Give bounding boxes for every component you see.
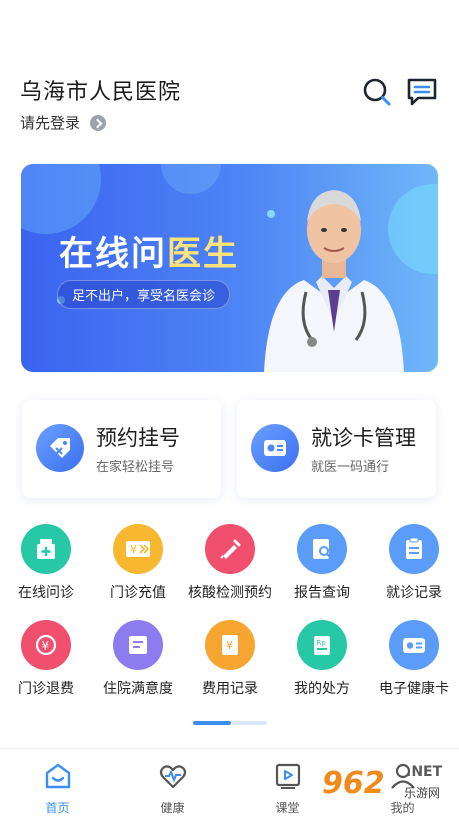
service-label: 住院满意度 xyxy=(103,681,173,697)
home-smile-icon xyxy=(45,763,70,789)
login-text: 请先登录 xyxy=(20,114,81,132)
service-label: 我的处方 xyxy=(294,681,350,697)
svg-text:¥: ¥ xyxy=(130,543,137,556)
service-recharge[interactable]: ¥ 门诊充值 xyxy=(92,524,184,602)
service-nucleic-test[interactable]: 核酸检测预约 xyxy=(184,524,276,602)
watermark-number: 962 xyxy=(322,766,385,801)
tab-health[interactable]: 健康 xyxy=(115,749,230,816)
heartbeat-icon xyxy=(159,765,186,789)
service-label: 报告查询 xyxy=(294,585,350,601)
report-search-icon xyxy=(297,524,347,574)
banner-title-part1: 在线问 xyxy=(59,234,167,274)
tab-home[interactable]: 首页 xyxy=(0,749,115,816)
watermark-net: .NET xyxy=(406,764,443,780)
service-visit-records[interactable]: 就诊记录 xyxy=(368,524,459,602)
banner-subtitle: 足不出户，享受名医会诊 xyxy=(57,280,231,309)
service-report-query[interactable]: 报告查询 xyxy=(276,524,368,602)
banner-title-part2: 医生 xyxy=(167,234,239,274)
service-inpatient-satisfaction[interactable]: 住院满意度 xyxy=(92,620,184,698)
message-button[interactable] xyxy=(405,76,439,108)
watermark-site-name: 乐游网 xyxy=(404,786,441,800)
refund-icon: ¥ xyxy=(21,620,71,670)
app-header: 乌海市人民医院 请先登录 xyxy=(20,74,439,138)
service-label: 就诊记录 xyxy=(386,585,442,601)
service-label: 电子健康卡 xyxy=(379,681,449,697)
medicine-box-icon xyxy=(21,524,71,574)
recharge-card-icon: ¥ xyxy=(113,524,163,574)
service-prescriptions[interactable]: Rp 我的处方 xyxy=(276,620,368,698)
fee-scroll-icon: ¥ xyxy=(205,620,255,670)
service-health-card[interactable]: 电子健康卡 xyxy=(368,620,459,698)
doctor-illustration xyxy=(264,190,404,372)
card-title: 就诊卡管理 xyxy=(311,426,416,450)
appointment-card[interactable]: 预约挂号 在家轻松挂号 xyxy=(22,400,221,498)
message-icon xyxy=(407,78,437,106)
search-icon xyxy=(363,78,391,106)
survey-icon xyxy=(113,620,163,670)
search-button[interactable] xyxy=(361,76,393,108)
service-fee-records[interactable]: ¥ 费用记录 xyxy=(184,620,276,698)
svg-text:¥: ¥ xyxy=(42,639,50,653)
service-label: 在线问诊 xyxy=(18,585,74,601)
clipboard-icon xyxy=(389,524,439,574)
page-indicator-active xyxy=(193,721,231,725)
page-indicator-inactive xyxy=(231,721,267,725)
visit-card-management[interactable]: 就诊卡管理 就医一码通行 xyxy=(237,400,436,498)
decor-circle xyxy=(21,164,101,234)
svg-text:Rp: Rp xyxy=(317,639,327,647)
health-card-icon xyxy=(389,620,439,670)
id-card-icon xyxy=(251,424,299,472)
tag-icon xyxy=(36,424,84,472)
decor-circle xyxy=(161,164,221,194)
service-label: 核酸检测预约 xyxy=(188,585,272,601)
banner-title: 在线问医生 xyxy=(59,226,239,275)
service-refund[interactable]: ¥ 门诊退费 xyxy=(0,620,92,698)
service-label: 费用记录 xyxy=(202,681,258,697)
site-watermark: 962 .NET 乐游网 xyxy=(320,760,456,810)
card-title: 预约挂号 xyxy=(96,426,180,450)
chevron-right-icon xyxy=(90,114,107,131)
video-class-icon xyxy=(275,763,300,789)
tab-label: 健康 xyxy=(160,801,185,815)
quick-cards: 预约挂号 在家轻松挂号 就诊卡管理 就医一码通行 xyxy=(22,400,437,498)
service-label: 门诊退费 xyxy=(18,681,74,697)
syringe-icon xyxy=(205,524,255,574)
service-online-consult[interactable]: 在线问诊 xyxy=(0,524,92,602)
page-indicator xyxy=(193,721,267,725)
tab-label: 首页 xyxy=(45,801,70,815)
service-label: 门诊充值 xyxy=(110,585,166,601)
prescription-icon: Rp xyxy=(297,620,347,670)
svg-text:¥: ¥ xyxy=(226,639,233,652)
card-subtitle: 在家轻松挂号 xyxy=(96,460,175,475)
login-link[interactable]: 请先登录 xyxy=(20,112,107,133)
promo-banner[interactable]: 在线问医生 足不出户，享受名医会诊 xyxy=(21,164,438,372)
card-subtitle: 就医一码通行 xyxy=(311,460,390,475)
hospital-name: 乌海市人民医院 xyxy=(20,80,182,105)
